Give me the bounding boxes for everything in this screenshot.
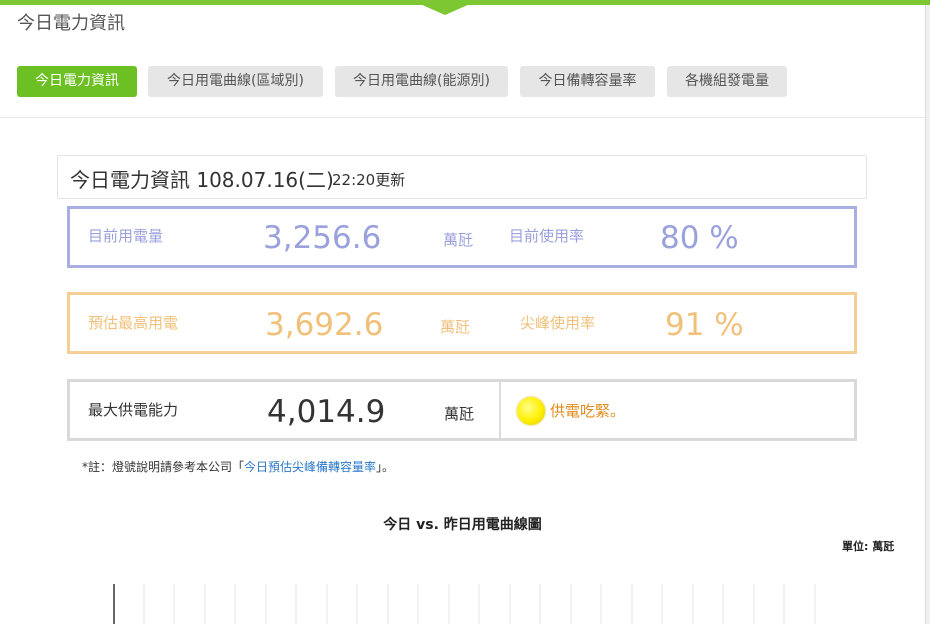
vertical-scrollbar[interactable] [925, 5, 930, 624]
supply-capacity-box: 最大供電能力 4,014.9 萬瓩 供電吃緊。 [67, 379, 857, 441]
supply-capacity-value: 4,014.9 [267, 394, 386, 430]
peak-load-label: 預估最高用電 [88, 314, 179, 332]
page-title: 今日電力資訊 [17, 13, 125, 34]
current-load-unit: 萬瓩 [443, 231, 474, 249]
chart-title: 今日 vs. 昨日用電曲線圖 [383, 517, 542, 533]
footnote-suffix: 」。 [376, 460, 395, 474]
peak-load-value: 3,692.6 [265, 307, 384, 343]
tab-unit-generation[interactable]: 各機組發電量 [667, 66, 787, 97]
current-load-box: 目前用電量 3,256.6 萬瓩 目前使用率 80 % [67, 206, 857, 268]
reserve-rate-link[interactable]: 今日預估尖峰備轉容量率 [244, 460, 376, 474]
peak-load-box: 預估最高用電 3,692.6 萬瓩 尖峰使用率 91 % [67, 292, 857, 354]
footnote-prefix: *註：燈號說明請參考本公司「 [82, 460, 245, 474]
info-heading: 今日電力資訊 108.07.16(二) [70, 168, 334, 192]
current-rate-label: 目前使用率 [509, 227, 585, 245]
tab-load-curve-region[interactable]: 今日用電曲線(區域別) [148, 66, 323, 97]
current-rate-value: 80 % [660, 220, 739, 256]
supply-status-lamp-icon [517, 397, 545, 425]
tab-load-curve-source[interactable]: 今日用電曲線(能源別) [335, 66, 508, 97]
peak-rate-label: 尖峰使用率 [520, 314, 596, 332]
update-time: 22:20更新 [332, 171, 406, 189]
tab-power-info[interactable]: 今日電力資訊 [17, 66, 137, 97]
footnote: *註：燈號說明請參考本公司「今日預估尖峰備轉容量率」。 [82, 458, 394, 475]
info-header: 今日電力資訊 108.07.16(二) 22:20更新 [57, 155, 867, 199]
top-notch-indicator [420, 4, 470, 15]
chart-gridlines [143, 584, 816, 624]
load-curve-chart [113, 584, 816, 624]
peak-load-unit: 萬瓩 [440, 318, 471, 336]
chart-unit-label: 單位: 萬瓩 [842, 540, 895, 553]
peak-rate-value: 91 % [665, 307, 744, 343]
current-load-label: 目前用電量 [88, 227, 164, 245]
section-divider [0, 117, 925, 118]
supply-box-divider [499, 382, 501, 438]
current-load-value: 3,256.6 [263, 220, 382, 256]
supply-capacity-label: 最大供電能力 [88, 401, 179, 419]
supply-status-text: 供電吃緊。 [550, 402, 626, 420]
supply-capacity-unit: 萬瓩 [444, 405, 475, 423]
tab-reserve-rate[interactable]: 今日備轉容量率 [520, 66, 655, 97]
